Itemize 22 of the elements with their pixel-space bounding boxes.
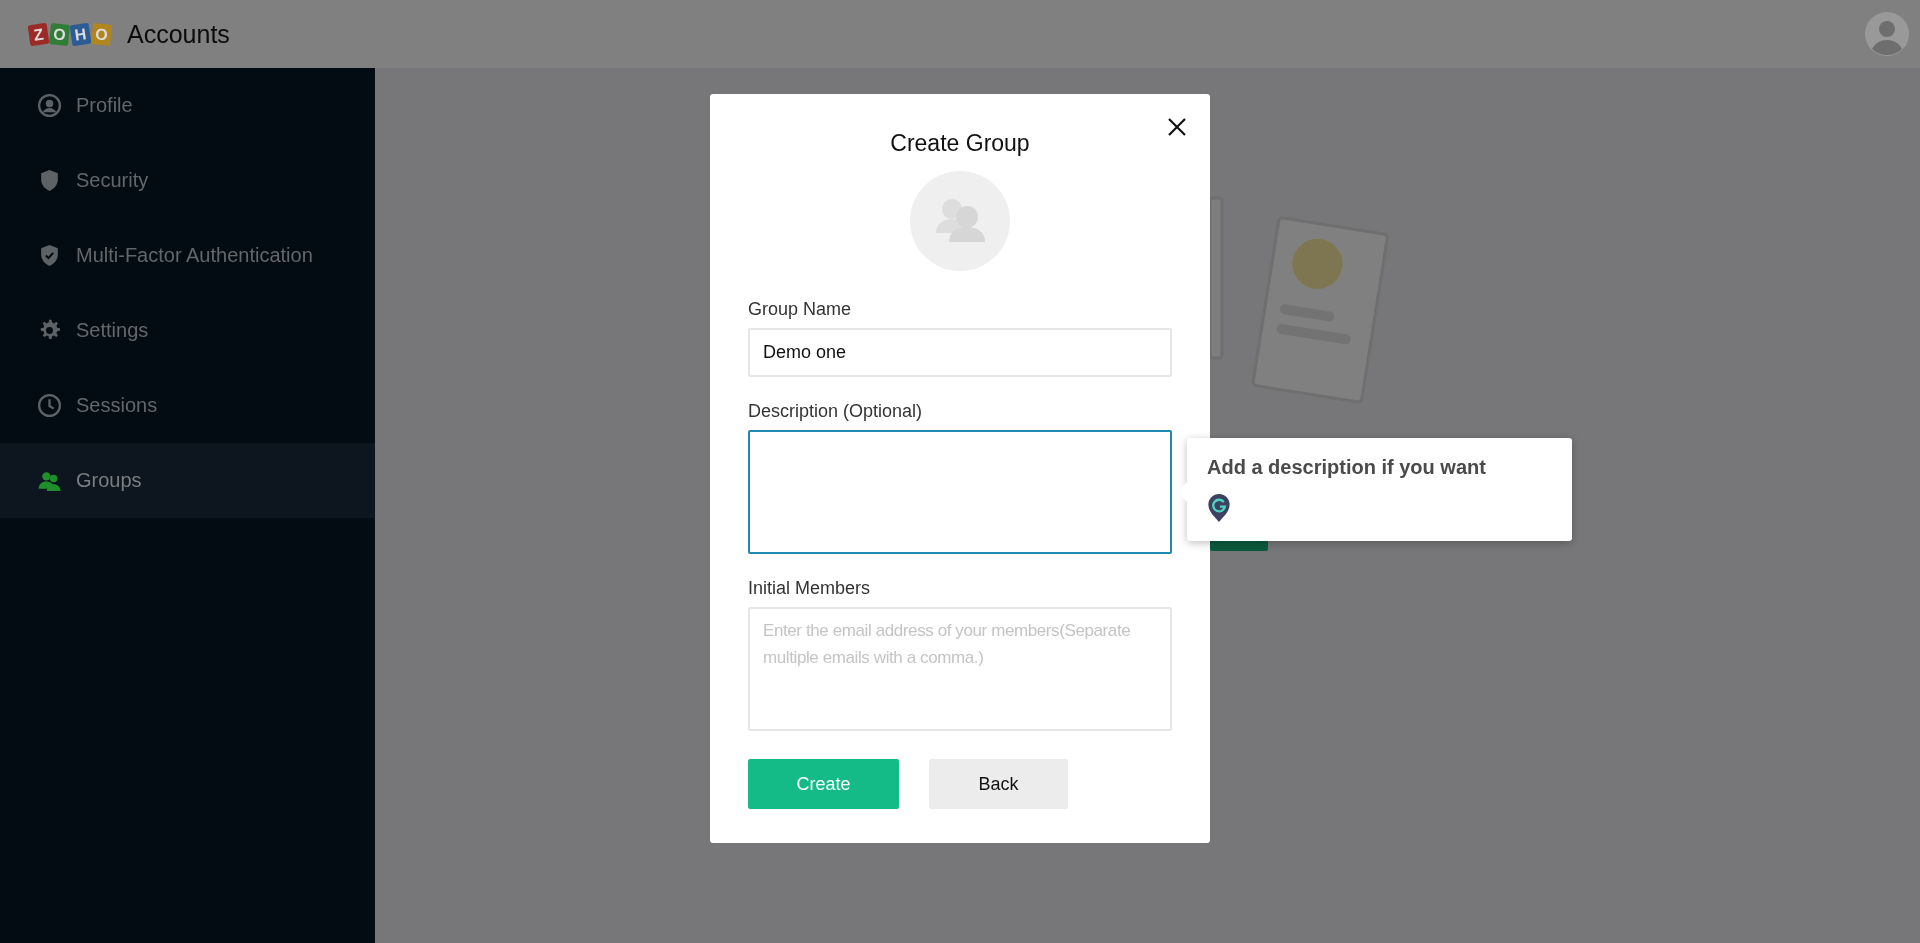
profile-icon xyxy=(37,93,62,118)
sidebar-item[interactable]: Settings xyxy=(0,293,375,368)
app-title: Accounts xyxy=(127,19,230,49)
text-area[interactable] xyxy=(748,430,1172,554)
close-icon[interactable] xyxy=(1166,116,1188,138)
field-label: Initial Members xyxy=(748,578,872,599)
tooltip-text: Add a description if you want xyxy=(1207,456,1487,479)
clock-icon xyxy=(37,393,62,418)
back-button[interactable]: Back xyxy=(929,759,1068,809)
sidebar-item[interactable]: Multi-Factor Authentication xyxy=(0,218,375,293)
sidebar-item[interactable]: Profile xyxy=(0,68,375,143)
logo: Z O H O xyxy=(25,21,115,47)
dialog-title: Create Group xyxy=(889,130,1031,157)
sidebar-item[interactable]: Groups xyxy=(0,443,375,518)
sidebar-item[interactable]: Sessions xyxy=(0,368,375,443)
sidebar-item[interactable]: Security xyxy=(0,143,375,218)
create-button[interactable]: Create xyxy=(748,759,899,809)
input-field[interactable]: Demo one xyxy=(748,328,1172,377)
group-avatar-icon xyxy=(910,171,1010,271)
field-label: Group Name xyxy=(748,299,853,320)
g-pin-icon xyxy=(1207,493,1231,523)
field-label: Description (Optional) xyxy=(748,401,924,422)
